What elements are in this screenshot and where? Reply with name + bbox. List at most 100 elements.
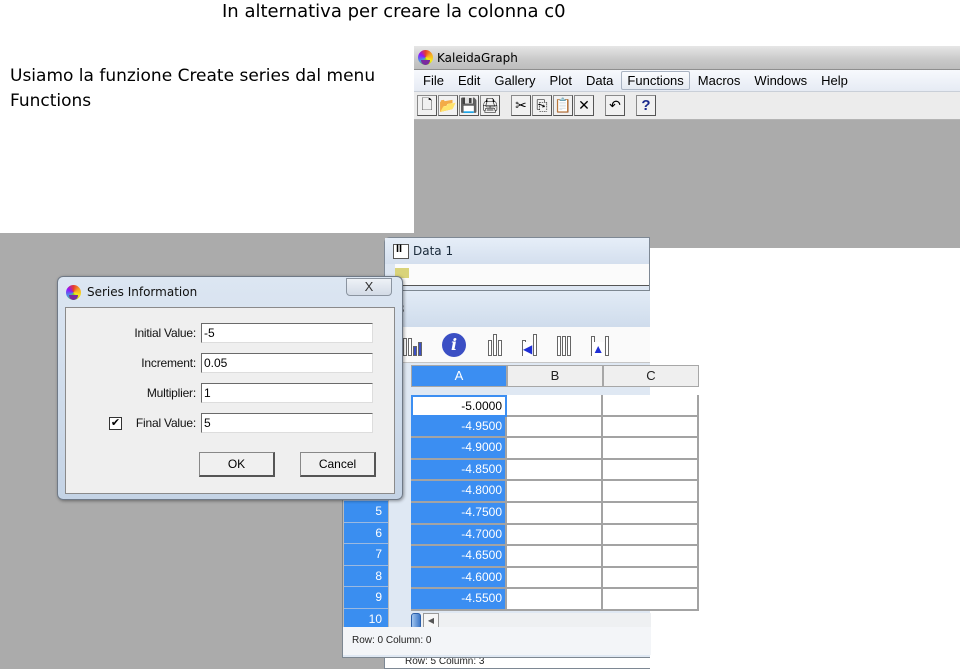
row-number[interactable]: 7 [344, 544, 388, 566]
cell-c[interactable] [603, 502, 699, 525]
cell-b[interactable] [507, 589, 603, 611]
undo-icon[interactable]: ↶ [605, 95, 625, 116]
ok-button[interactable]: OK [199, 452, 275, 477]
add-column-left-icon[interactable]: ◀ [522, 333, 538, 356]
cancel-button[interactable]: Cancel [300, 452, 376, 477]
cell-b[interactable] [507, 459, 603, 482]
app-titlebar: KaleidaGraph [414, 46, 960, 70]
cell-b[interactable] [507, 438, 603, 460]
menu-plot[interactable]: Plot [544, 71, 578, 90]
copy-icon[interactable]: ⎘ [532, 95, 552, 116]
menu-windows[interactable]: Windows [748, 71, 813, 90]
increment-input[interactable]: 0.05 [201, 353, 373, 373]
table-row: -4.7000 [411, 524, 699, 547]
menu-macros[interactable]: Macros [692, 71, 747, 90]
menu-functions[interactable]: Functions [621, 71, 690, 90]
cell-a[interactable]: -5.0000 [411, 395, 507, 417]
multiplier-row: Multiplier: 1 [66, 383, 396, 403]
cell-a[interactable]: -4.9500 [411, 416, 507, 439]
data-window-status: Row: 0 Column: 0 [343, 627, 651, 655]
table-row: -5.0000 [411, 395, 699, 417]
cell-a[interactable]: -4.7500 [411, 502, 507, 525]
cell-a[interactable]: -4.7000 [411, 524, 507, 547]
increment-row: Increment: 0.05 [66, 353, 396, 373]
cell-a[interactable]: -4.8000 [411, 481, 507, 503]
print-icon[interactable]: 🖨 [480, 95, 500, 116]
cell-b[interactable] [507, 567, 603, 590]
insert-row-icon[interactable] [557, 334, 572, 356]
increment-label: Increment: [141, 356, 196, 370]
menu-data[interactable]: Data [580, 71, 619, 90]
kaleidagraph-window: KaleidaGraph File Edit Gallery Plot Data… [414, 46, 960, 248]
cell-b[interactable] [507, 416, 603, 439]
cell-a[interactable]: -4.6000 [411, 567, 507, 590]
insert-column-icon[interactable] [488, 333, 502, 356]
dialog-title: Series Information [87, 285, 198, 299]
kaleidagraph-logo-icon [418, 50, 433, 65]
table-row: -4.8500 [411, 459, 699, 482]
data-window-back-titlebar[interactable]: Data 1 [385, 238, 649, 264]
final-value-row: ✔ Final Value: 5 [66, 413, 396, 433]
menu-gallery[interactable]: Gallery [488, 71, 541, 90]
open-folder-icon[interactable]: 📂 [438, 95, 458, 116]
cell-c[interactable] [603, 524, 699, 547]
row-number[interactable]: 9 [344, 587, 388, 609]
slide-title: In alternativa per creare la colonna c0 [222, 1, 566, 22]
paste-icon[interactable]: 📋 [553, 95, 573, 116]
cell-b[interactable] [507, 481, 603, 503]
column-header-a[interactable]: A [411, 365, 507, 387]
cell-b[interactable] [507, 546, 603, 568]
cell-c[interactable] [603, 395, 699, 417]
column-header-b[interactable]: B [507, 365, 603, 387]
cell-a[interactable]: -4.8500 [411, 459, 507, 482]
row-number[interactable]: 5 [344, 500, 388, 523]
table-row: -4.6000 [411, 567, 699, 590]
add-row-up-icon[interactable]: ▲ [591, 334, 610, 356]
cell-c[interactable] [603, 589, 699, 611]
help-icon[interactable]: ? [636, 95, 656, 116]
save-icon[interactable]: 💾 [459, 95, 479, 116]
cell-c[interactable] [603, 546, 699, 568]
initial-value-row: Initial Value: -5 [66, 323, 396, 343]
table-row: -4.6500 [411, 546, 699, 568]
cell-a[interactable]: -4.6500 [411, 546, 507, 568]
menu-help[interactable]: Help [815, 71, 854, 90]
cell-c[interactable] [603, 481, 699, 503]
cell-a[interactable]: -4.5500 [411, 589, 507, 611]
slide-note: Usiamo la funzione Create series dal men… [10, 66, 376, 111]
final-value-checkbox[interactable]: ✔ [109, 416, 122, 430]
menu-bar: File Edit Gallery Plot Data Functions Ma… [414, 70, 960, 92]
data-window-back-toolbar [395, 264, 649, 286]
grid-cells: -5.0000 -4.9500 -4.9000 -4.8500 -4.8000 … [411, 395, 699, 611]
cell-c[interactable] [603, 416, 699, 439]
cell-c[interactable] [603, 438, 699, 460]
table-row: -4.7500 [411, 502, 699, 525]
table-row: -4.8000 [411, 481, 699, 503]
menu-edit[interactable]: Edit [452, 71, 486, 90]
cell-c[interactable] [603, 459, 699, 482]
final-value-input[interactable]: 5 [201, 413, 373, 433]
data-window-back-title: Data 1 [413, 244, 454, 258]
close-button[interactable]: X [346, 278, 392, 296]
table-row: -4.9500 [411, 416, 699, 439]
cut-icon[interactable]: ✂ [511, 95, 531, 116]
cell-b[interactable] [507, 395, 603, 417]
new-document-icon[interactable]: 🗋 [417, 95, 437, 116]
initial-value-input[interactable]: -5 [201, 323, 373, 343]
cell-b[interactable] [507, 524, 603, 547]
row-number[interactable]: 6 [344, 522, 388, 545]
cell-a[interactable]: -4.9000 [411, 438, 507, 460]
column-header-c[interactable]: C [603, 365, 699, 387]
toolbar: 🗋 📂 💾 🖨 ✂ ⎘ 📋 ✕ ↶ ? [414, 92, 960, 120]
kaleidagraph-logo-icon [66, 284, 81, 300]
menu-file[interactable]: File [417, 71, 450, 90]
table-row: -4.5500 [411, 589, 699, 611]
cell-b[interactable] [507, 502, 603, 525]
info-icon[interactable]: i [442, 332, 466, 357]
cell-c[interactable] [603, 567, 699, 590]
multiplier-input[interactable]: 1 [201, 383, 373, 403]
column-format-icon[interactable] [403, 334, 422, 356]
dialog-body: Initial Value: -5 Increment: 0.05 Multip… [65, 307, 395, 494]
row-number[interactable]: 8 [344, 565, 388, 588]
delete-icon[interactable]: ✕ [574, 95, 594, 116]
